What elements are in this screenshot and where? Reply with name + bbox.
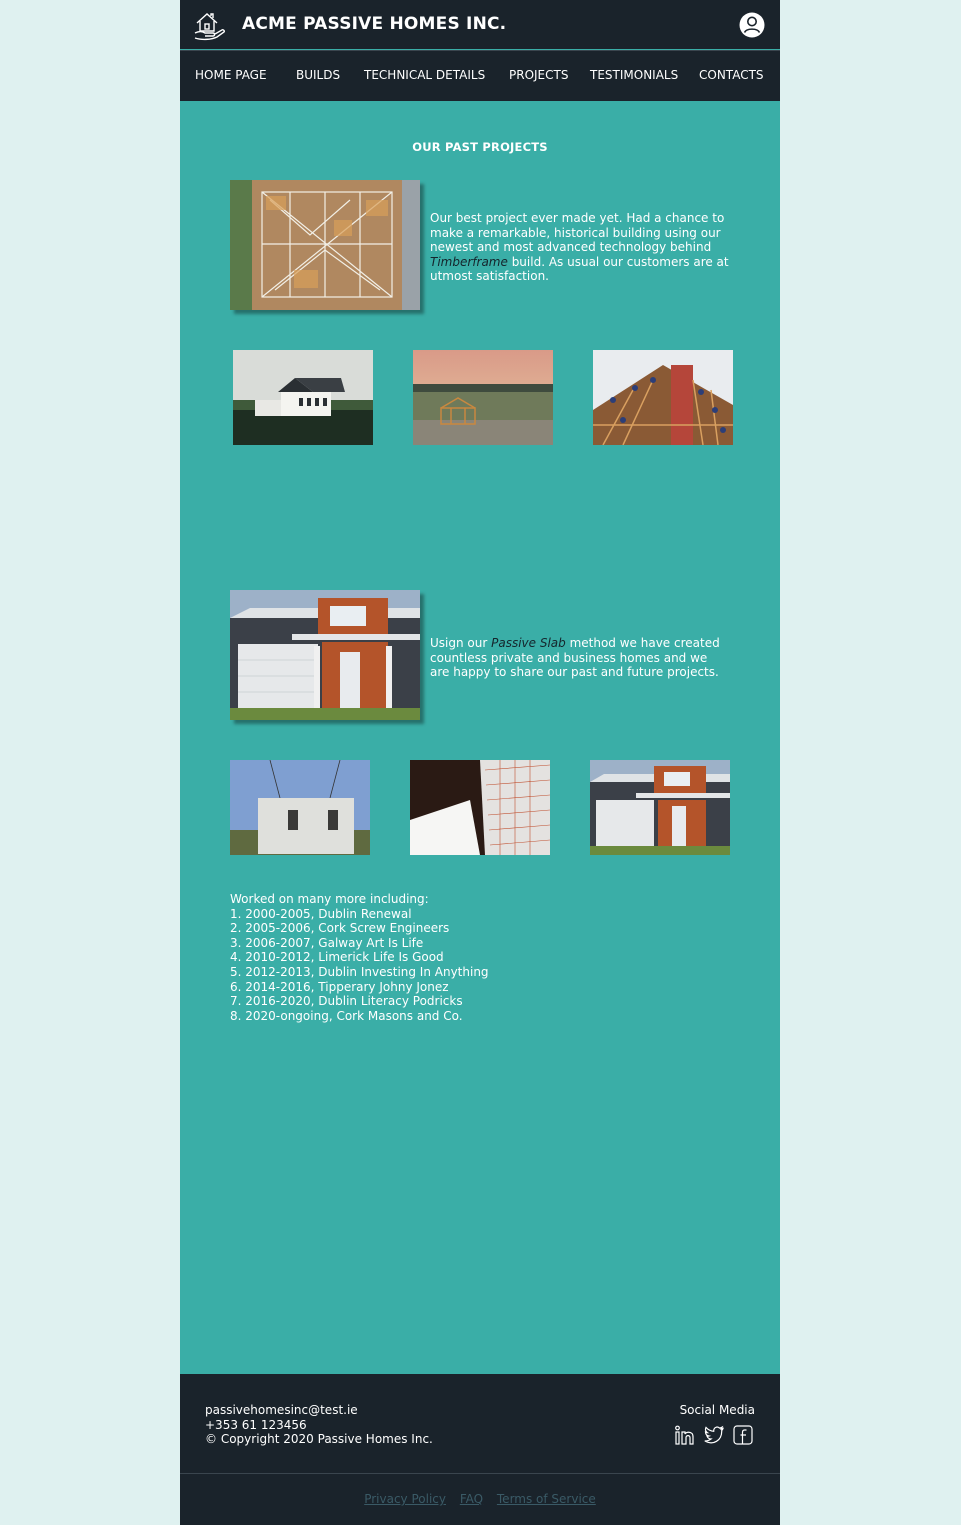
list-item: 3. 2006-2007, Galway Art Is Life: [230, 935, 424, 950]
contact-phone[interactable]: +353 61 123456: [205, 1418, 433, 1433]
social-media-label: Social Media: [679, 1403, 755, 1417]
nav-testimonials[interactable]: TESTIMONIALS: [590, 68, 678, 82]
frame-site-sunset-photo[interactable]: [413, 350, 553, 445]
list-item: 8. 2020-ongoing, Cork Masons and Co.: [230, 1008, 463, 1023]
house-in-hand-icon[interactable]: [193, 9, 227, 41]
nav-technical-details[interactable]: TECHNICAL DETAILS: [364, 68, 485, 82]
list-item: 1. 2000-2005, Dublin Renewal: [230, 906, 412, 921]
list-item: 5. 2012-2013, Dublin Investing In Anythi…: [230, 964, 489, 979]
project-2-emphasis: Passive Slab: [491, 636, 566, 650]
project-2-text: Usign our: [430, 636, 492, 650]
page-title: OUR PAST PROJECTS: [412, 140, 548, 154]
footer: passivehomesinc@test.ie +353 61 123456 ©…: [180, 1374, 780, 1525]
list-item: 2. 2005-2006, Cork Screw Engineers: [230, 921, 450, 936]
privacy-policy-link[interactable]: Privacy Policy: [364, 1492, 446, 1506]
twitter-icon[interactable]: [704, 1425, 724, 1445]
contact-info: passivehomesinc@test.ie +353 61 123456 ©…: [205, 1403, 433, 1447]
project-1-text: Our best project ever made yet. Had a ch…: [430, 211, 725, 254]
timberframe-aerial-photo[interactable]: [230, 180, 420, 310]
main-nav: HOME PAGE BUILDS TECHNICAL DETAILS PROJE…: [180, 50, 780, 101]
nav-builds[interactable]: BUILDS: [296, 68, 340, 82]
finished-house-photo[interactable]: [590, 760, 730, 855]
nav-projects[interactable]: PROJECTS: [509, 68, 568, 82]
project-1-emphasis: Timberframe: [430, 254, 508, 269]
social-icons: [675, 1425, 755, 1447]
more-projects-list: Worked on many more including: 1. 2000-2…: [230, 892, 489, 1023]
footer-divider: [180, 1473, 780, 1474]
list-item: 6. 2014-2016, Tipperary Johny Jonez: [230, 979, 449, 994]
nav-home-page[interactable]: HOME PAGE: [195, 68, 267, 82]
footer-links: Privacy Policy FAQ Terms of Service: [180, 1492, 780, 1506]
list-item: 4. 2010-2012, Limerick Life Is Good: [230, 950, 444, 965]
facebook-icon[interactable]: [733, 1425, 753, 1445]
project-2-description: Usign our Passive Slab method we have cr…: [430, 636, 730, 680]
nav-contacts[interactable]: CONTACTS: [699, 68, 764, 82]
slab-insulation-photo[interactable]: [410, 760, 550, 855]
user-avatar-icon[interactable]: [739, 12, 765, 38]
modular-unit-lift-photo[interactable]: [230, 760, 370, 855]
farmhouse-photo[interactable]: [233, 350, 373, 445]
copyright: © Copyright 2020 Passive Homes Inc.: [205, 1432, 433, 1446]
faq-link[interactable]: FAQ: [460, 1492, 483, 1506]
page: ACME PASSIVE HOMES INC. HOME PAGE BUILDS…: [180, 0, 780, 1525]
list-intro: Worked on many more including:: [230, 892, 429, 906]
roof-workers-photo[interactable]: [593, 350, 733, 445]
list-item: 7. 2016-2020, Dublin Literacy Podricks: [230, 994, 463, 1009]
contact-email[interactable]: passivehomesinc@test.ie: [205, 1403, 433, 1418]
top-bar: ACME PASSIVE HOMES INC.: [180, 0, 780, 49]
passive-slab-house-photo[interactable]: [230, 590, 420, 720]
project-1-description: Our best project ever made yet. Had a ch…: [430, 211, 730, 284]
linkedin-icon[interactable]: [675, 1425, 695, 1445]
terms-of-service-link[interactable]: Terms of Service: [497, 1492, 596, 1506]
brand-name[interactable]: ACME PASSIVE HOMES INC.: [242, 14, 506, 34]
